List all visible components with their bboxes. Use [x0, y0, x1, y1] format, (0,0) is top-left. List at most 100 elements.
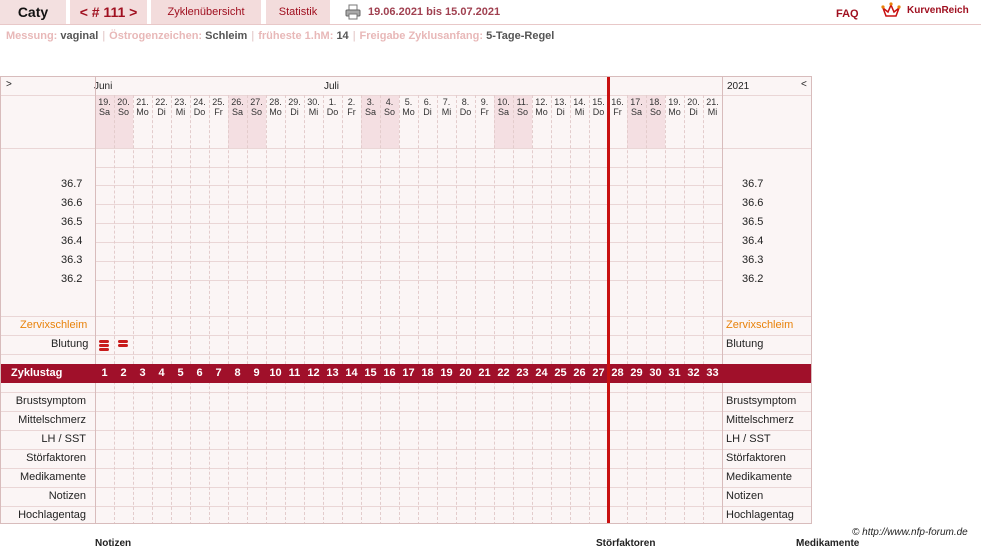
- row-label-right: Notizen: [726, 490, 764, 502]
- day-column-line: [665, 95, 666, 523]
- day-header[interactable]: 26. Sa: [228, 97, 247, 117]
- day-header[interactable]: 17. Sa: [627, 97, 646, 117]
- bleeding-label-left: Blutung: [51, 338, 89, 350]
- day-header[interactable]: 8. Do: [456, 97, 475, 117]
- day-header[interactable]: 21. Mo: [133, 97, 152, 117]
- nav-next-button[interactable]: <: [801, 79, 807, 90]
- cycle-day-number: 19: [440, 367, 453, 379]
- day-column-line: [437, 95, 438, 523]
- day-column-line: [342, 95, 343, 523]
- day-column-line: [494, 95, 495, 523]
- cycle-overview-tab[interactable]: Zyklenübersicht: [151, 0, 261, 24]
- row-label-right: Medikamente: [726, 471, 793, 483]
- day-header[interactable]: 22. Di: [152, 97, 171, 117]
- cycle-day-number: 4: [158, 367, 165, 379]
- day-column-line: [513, 95, 514, 523]
- day-header[interactable]: 14. Mi: [570, 97, 589, 117]
- earliest-label: früheste 1.hM:: [258, 30, 334, 42]
- day-header[interactable]: 1. Do: [323, 97, 342, 117]
- day-header[interactable]: 6. Di: [418, 97, 437, 117]
- bleeding-mark: [99, 344, 109, 347]
- day-column-line: [323, 95, 324, 523]
- day-column-line: [228, 95, 229, 523]
- day-header[interactable]: 3. Sa: [361, 97, 380, 117]
- temp-label-right: 36.3: [742, 254, 764, 266]
- day-header[interactable]: 21. Mi: [703, 97, 722, 117]
- row-label-left: Störfaktoren: [26, 452, 86, 464]
- grid-line: [1, 148, 811, 149]
- row-label-left: Medikamente: [19, 471, 86, 483]
- cycle-day-number: 2: [120, 367, 127, 379]
- day-header[interactable]: 24. Do: [190, 97, 209, 117]
- day-header[interactable]: 23. Mi: [171, 97, 190, 117]
- day-header[interactable]: 20. So: [114, 97, 133, 117]
- release-label: Freigabe Zyklusanfang:: [359, 30, 484, 42]
- cycle-day-number: 6: [196, 367, 203, 379]
- earliest-value: 14: [336, 30, 349, 42]
- bleeding-label-right: Blutung: [726, 338, 764, 350]
- day-column-line: [171, 95, 172, 523]
- bleeding-mark: [118, 340, 128, 343]
- logo-text[interactable]: KurvenReich: [907, 5, 969, 16]
- month-july: Juli: [324, 81, 340, 92]
- day-header[interactable]: 15. Do: [589, 97, 608, 117]
- row-label-right: Mittelschmerz: [726, 414, 794, 426]
- cycle-day-number: 17: [402, 367, 415, 379]
- cycle-navigator[interactable]: < # 111 >: [70, 0, 147, 24]
- day-header[interactable]: 27. So: [247, 97, 266, 117]
- day-header[interactable]: 18. So: [646, 97, 665, 117]
- cycle-day-number: 23: [516, 367, 529, 379]
- day-column-line: [456, 95, 457, 523]
- temp-label-left: 36.6: [61, 197, 83, 209]
- cycle-day-number: 15: [364, 367, 377, 379]
- day-header[interactable]: 28. Mo: [266, 97, 285, 117]
- day-header[interactable]: 9. Fr: [475, 97, 494, 117]
- estrogen-label: Östrogenzeichen:: [109, 30, 203, 42]
- day-header[interactable]: 16. Fr: [608, 97, 627, 117]
- printer-icon[interactable]: [345, 4, 361, 20]
- cycle-day-number: 18: [421, 367, 434, 379]
- cycle-day-number: 5: [177, 367, 184, 379]
- temp-label-left: 36.2: [61, 273, 83, 285]
- day-column-line: [304, 95, 305, 523]
- faq-link[interactable]: FAQ: [836, 8, 859, 20]
- day-header[interactable]: 13. Di: [551, 97, 570, 117]
- cycle-day-number: 11: [288, 367, 301, 379]
- day-header[interactable]: 7. Mi: [437, 97, 456, 117]
- temp-label-left: 36.5: [61, 216, 83, 228]
- copyright: © http://www.nfp-forum.de: [852, 527, 968, 538]
- day-column-line: [133, 95, 134, 523]
- day-header[interactable]: 10. Sa: [494, 97, 513, 117]
- crown-logo-icon[interactable]: [881, 2, 901, 20]
- day-header[interactable]: 20. Di: [684, 97, 703, 117]
- cycle-day-number: 7: [215, 367, 222, 379]
- nav-prev-button[interactable]: >: [6, 79, 12, 90]
- axis-border: [95, 77, 96, 523]
- day-header[interactable]: 12. Mo: [532, 97, 551, 117]
- day-header[interactable]: 5. Mo: [399, 97, 418, 117]
- grid-line: [1, 392, 811, 393]
- day-column-line: [114, 95, 115, 523]
- day-header[interactable]: 2. Fr: [342, 97, 361, 117]
- day-header[interactable]: 29. Di: [285, 97, 304, 117]
- day-header[interactable]: 11. So: [513, 97, 532, 117]
- statistics-tab[interactable]: Statistik: [266, 0, 330, 24]
- row-label-left: LH / SST: [41, 433, 86, 445]
- row-label-right: Störfaktoren: [726, 452, 786, 464]
- cycle-day-number: 9: [253, 367, 260, 379]
- day-column-line: [627, 95, 628, 523]
- grid-line: [1, 468, 811, 469]
- row-label-right: Brustsymptom: [726, 395, 797, 407]
- day-header[interactable]: 4. So: [380, 97, 399, 117]
- day-header[interactable]: 25. Fr: [209, 97, 228, 117]
- day-header[interactable]: 30. Mi: [304, 97, 323, 117]
- cycle-day-number: 25: [554, 367, 567, 379]
- day-column-line: [285, 95, 286, 523]
- day-header[interactable]: 19. Sa: [95, 97, 114, 117]
- day-column-line: [418, 95, 419, 523]
- temp-label-right: 36.7: [742, 178, 764, 190]
- cycle-day-number: 29: [630, 367, 643, 379]
- day-column-line: [266, 95, 267, 523]
- cycle-day-number: 21: [478, 367, 491, 379]
- day-header[interactable]: 19. Mo: [665, 97, 684, 117]
